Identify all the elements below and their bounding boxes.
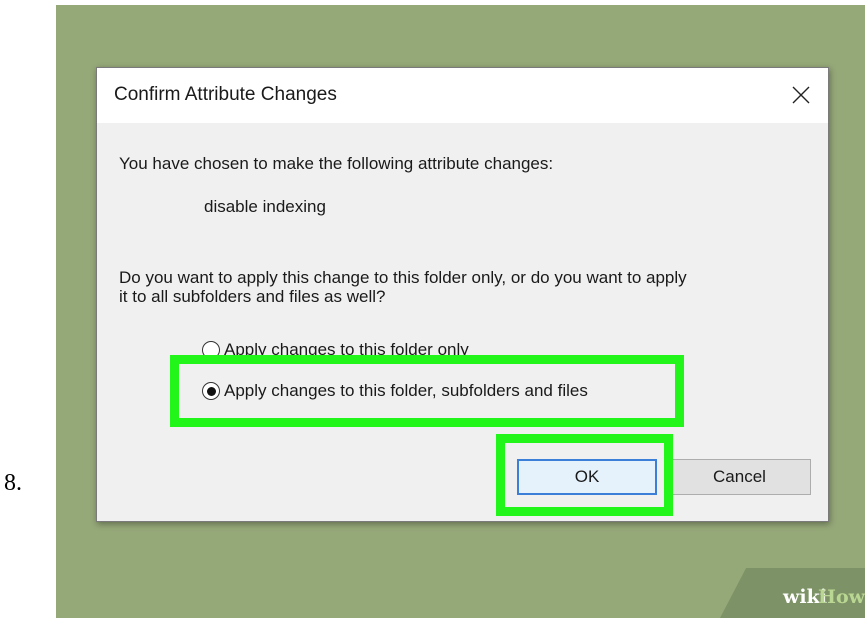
- illustration: Confirm Attribute Changes You have chose…: [56, 5, 865, 618]
- ok-button-highlight: [496, 434, 673, 516]
- confirm-attribute-dialog: Confirm Attribute Changes You have chose…: [96, 67, 829, 522]
- dialog-title: Confirm Attribute Changes: [114, 84, 337, 105]
- watermark-how-text: How: [818, 586, 865, 608]
- step-number: 8.: [4, 470, 22, 496]
- option-highlight: [170, 355, 684, 427]
- wikihow-watermark: wiki How: [720, 568, 865, 618]
- change-description: disable indexing: [204, 197, 326, 216]
- dialog-titlebar: Confirm Attribute Changes: [97, 68, 828, 123]
- intro-text: You have chosen to make the following at…: [119, 154, 554, 173]
- question-line-1: Do you want to apply this change to this…: [119, 268, 687, 287]
- close-icon: [792, 86, 810, 104]
- close-button[interactable]: [782, 76, 820, 114]
- question-line-2: it to all subfolders and files as well?: [119, 287, 386, 306]
- cancel-button[interactable]: Cancel: [668, 459, 811, 495]
